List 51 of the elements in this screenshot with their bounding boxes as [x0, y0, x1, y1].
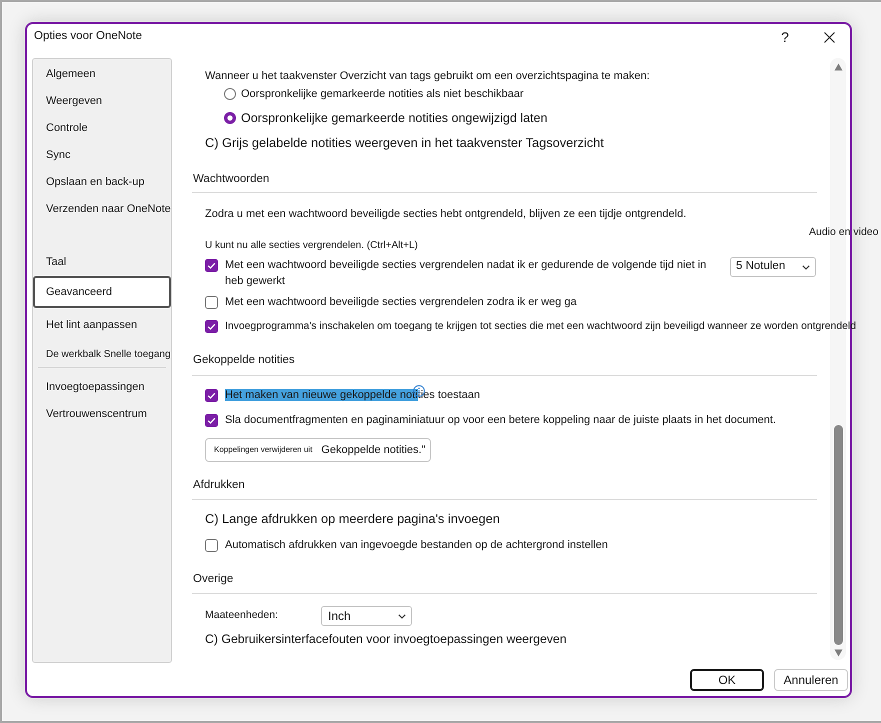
- overlay-label: Audio en video: [809, 226, 878, 238]
- checkbox[interactable]: [205, 259, 218, 272]
- sidebar-item[interactable]: De werkbalk Snelle toegang: [33, 342, 171, 366]
- setting-text: Wanneer u het taakvenster Overzicht van tags gebruikt om een overzichtspagina te maken:: [205, 68, 650, 84]
- help-button[interactable]: ?: [773, 25, 797, 49]
- sidebar-item[interactable]: Weergeven: [33, 88, 171, 115]
- setting-text: C) Gebruikersinterfacefouten voor invoegtoepassingen weergeven: [205, 630, 567, 648]
- checkbox[interactable]: [205, 414, 218, 426]
- checkbox[interactable]: [205, 320, 218, 332]
- sidebar-item[interactable]: Algemeen: [33, 61, 171, 88]
- checkbox-label: Met een wachtwoord beveiligde secties vergrendelen nadat ik er gedurende de volgende tijd niet in heb gewerkt: [225, 258, 708, 289]
- radio-button[interactable]: [224, 88, 236, 100]
- setting-text: Zodra u met een wachtwoord beveiligde secties hebt ontgrendeld, blijven ze een tijdje ontgrendeld.: [205, 206, 686, 222]
- section-heading: Gekoppelde notities: [193, 354, 295, 366]
- dialog-button[interactable]: Annuleren: [774, 669, 848, 691]
- scroll-up-arrow-icon[interactable]: [834, 63, 842, 71]
- dropdown[interactable]: Inch: [321, 606, 412, 626]
- section-heading: Overige: [193, 573, 234, 585]
- sidebar-item[interactable]: Sync: [33, 142, 171, 169]
- chevron-down-icon: [802, 264, 810, 270]
- sidebar-item[interactable]: Verzenden naar OneNote: [33, 196, 171, 223]
- chevron-down-icon: [398, 614, 406, 618]
- sidebar-item[interactable]: Invoegtoepassingen: [33, 374, 171, 401]
- close-icon: [824, 32, 834, 42]
- sidebar-item[interactable]: Vertrouwenscentrum: [33, 401, 171, 428]
- sidebar-item[interactable]: Geavanceerd: [33, 276, 171, 308]
- radio-button[interactable]: [224, 112, 236, 124]
- checkbox[interactable]: [205, 296, 218, 308]
- scroll-down-arrow-icon[interactable]: [834, 649, 842, 657]
- scrollbar-thumb[interactable]: [834, 425, 842, 645]
- field-label: Maateenheden:: [205, 608, 279, 624]
- setting-text: C) Lange afdrukken op meerdere pagina's invoegen: [205, 510, 500, 528]
- radio-label: Oorspronkelijke gemarkeerde notities als niet beschikbaar: [241, 86, 524, 102]
- sidebar-item[interactable]: Opslaan en back-up: [33, 169, 171, 196]
- dropdown[interactable]: 5 Notulen: [730, 257, 816, 277]
- sidebar-item[interactable]: Het lint aanpassen: [33, 308, 171, 342]
- section-heading: Wachtwoorden: [193, 173, 270, 185]
- dialog-button[interactable]: OK: [690, 669, 764, 691]
- checkbox-label: Met een wachtwoord beveiligde secties vergrendelen zodra ik er weg ga: [225, 294, 577, 310]
- setting-text: C) Grijs gelabelde notities weergeven in het taakvenster Tagsoverzicht: [205, 134, 604, 152]
- section-heading: Afdrukken: [193, 479, 245, 491]
- checkbox[interactable]: [205, 538, 218, 552]
- checkbox-label: Sla documentfragmenten en paginaminiatuur op voor een betere koppeling naar de juiste plaats in het document.: [225, 412, 776, 428]
- sidebar-item[interactable]: Taal: [33, 249, 171, 276]
- window-title: Opties voor OneNote: [33, 29, 142, 44]
- sidebar-item[interactable]: Controle: [33, 115, 171, 142]
- radio-label: Oorspronkelijke gemarkeerde notities ongewijzigd laten: [241, 110, 548, 127]
- checkbox-label: Automatisch afdrukken van ingevoegde bestanden op de achtergrond instellen: [225, 538, 608, 552]
- action-button[interactable]: Koppelingen verwijderen uit Gekoppelde notities.": [205, 438, 430, 462]
- checkbox[interactable]: [205, 388, 218, 402]
- setting-text: U kunt nu alle secties vergrendelen. (Ctrl+Alt+L): [205, 238, 418, 252]
